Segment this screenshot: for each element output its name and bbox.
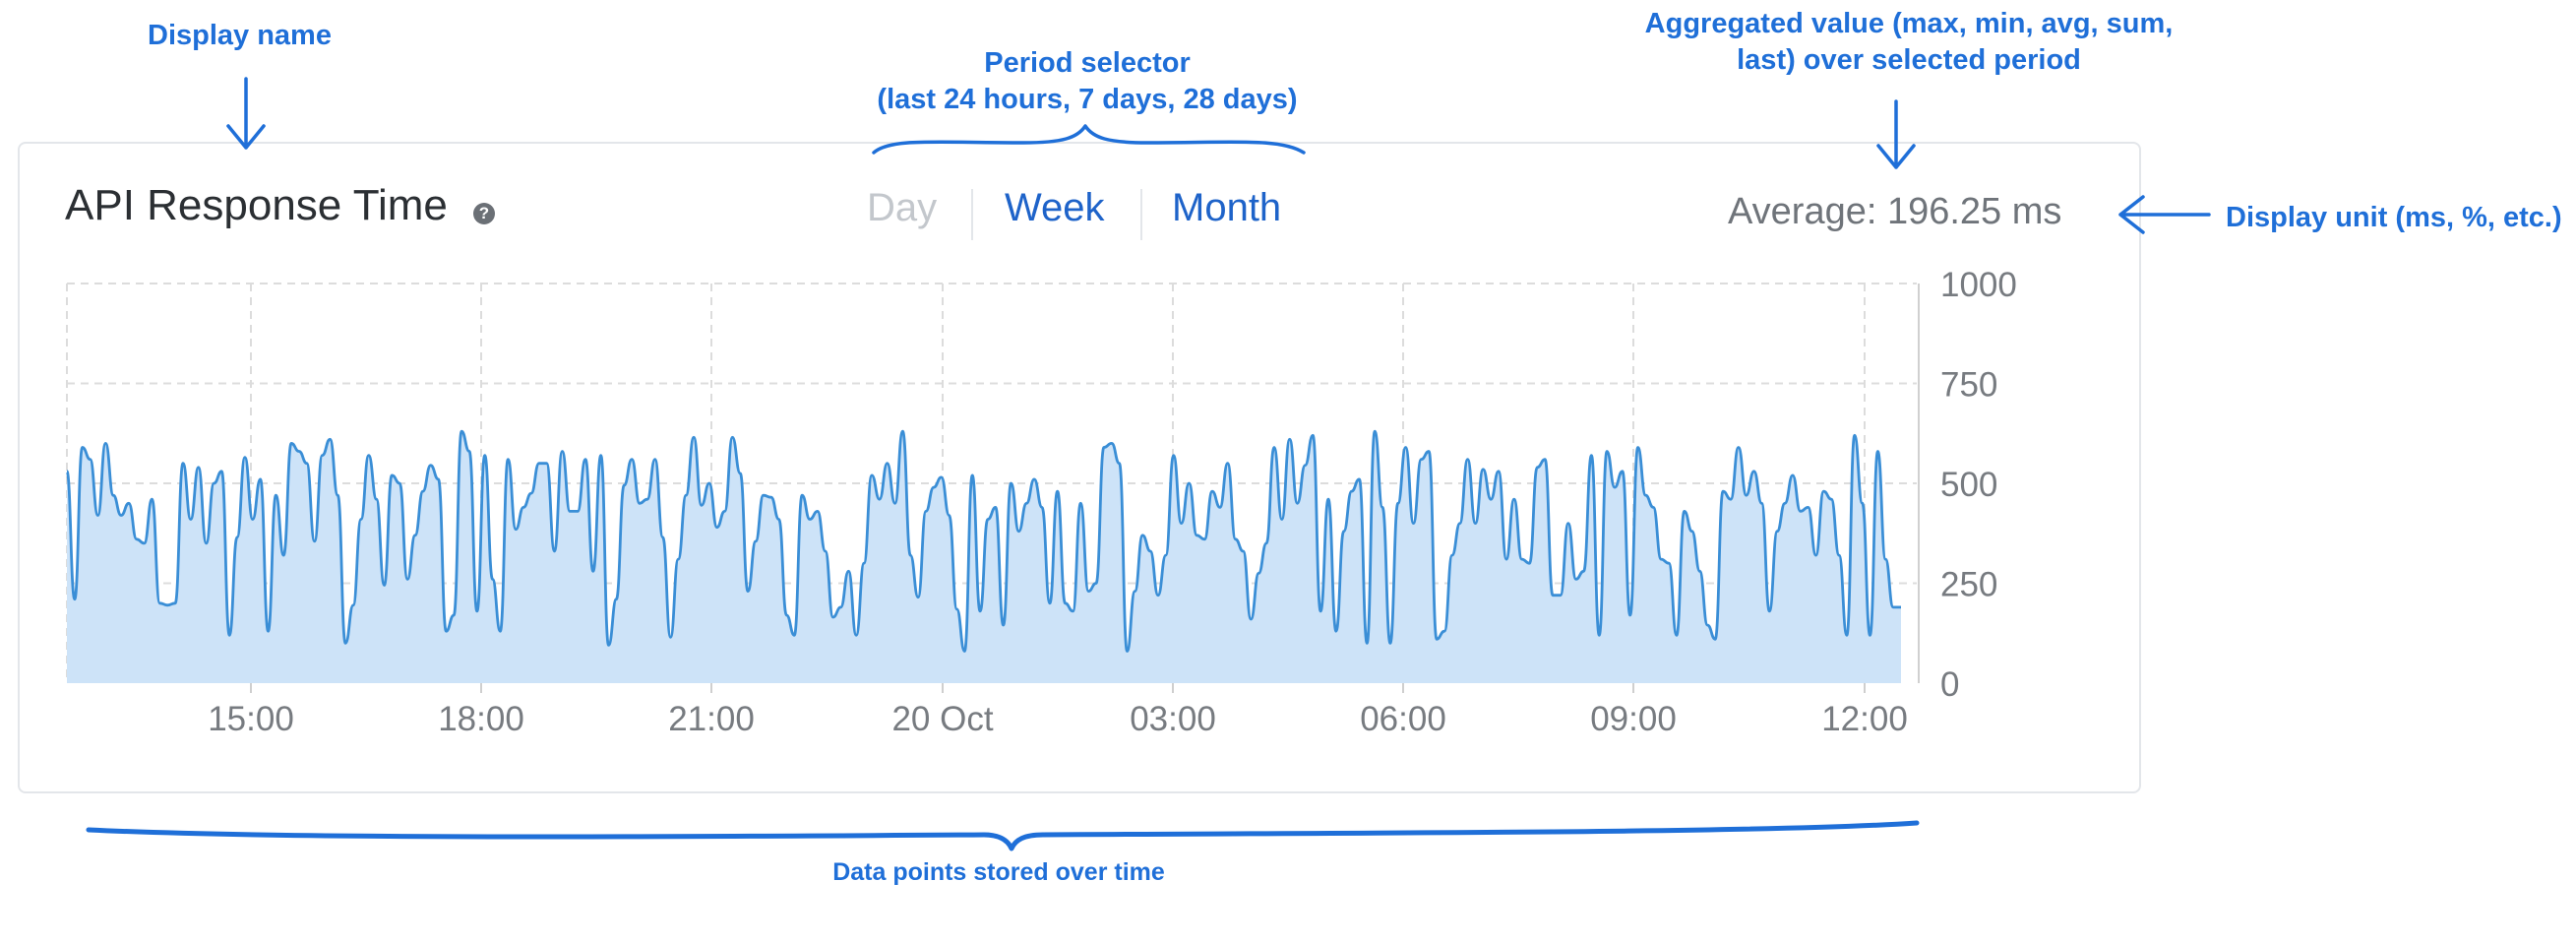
y-tick-label: 750 [1940, 366, 1997, 405]
x-tick-label: 20 Oct [891, 700, 993, 738]
aggregated-value-arrow [1876, 99, 1916, 169]
y-tick-label: 1000 [1940, 266, 2017, 304]
period-selector-brace [872, 124, 1306, 155]
display-name-arrow [226, 77, 266, 150]
x-tick-label: 18:00 [438, 700, 524, 738]
y-tick-label: 500 [1940, 466, 1997, 504]
x-tick-label: 09:00 [1590, 700, 1677, 738]
y-axis-ticks: 0 250 500 750 1000 [1940, 266, 2017, 704]
x-tick-label: 06:00 [1360, 700, 1446, 738]
y-tick-label: 250 [1940, 566, 1997, 604]
data-points-brace [86, 820, 1920, 851]
x-tick-label: 15:00 [208, 700, 294, 738]
x-axis-ticks: 15:00 18:00 21:00 20 Oct 03:00 06:00 09:00 12:0… [208, 683, 1908, 738]
x-tick-label: 12:00 [1821, 700, 1908, 738]
display-unit-arrow [2118, 195, 2211, 234]
y-tick-label: 0 [1940, 665, 1959, 704]
x-tick-label: 21:00 [668, 700, 755, 738]
chart-canvas: 0 250 500 750 1000 15:00 18:00 21:00 20 Oct 03:0… [65, 77, 2211, 851]
x-tick-label: 03:00 [1130, 700, 1216, 738]
